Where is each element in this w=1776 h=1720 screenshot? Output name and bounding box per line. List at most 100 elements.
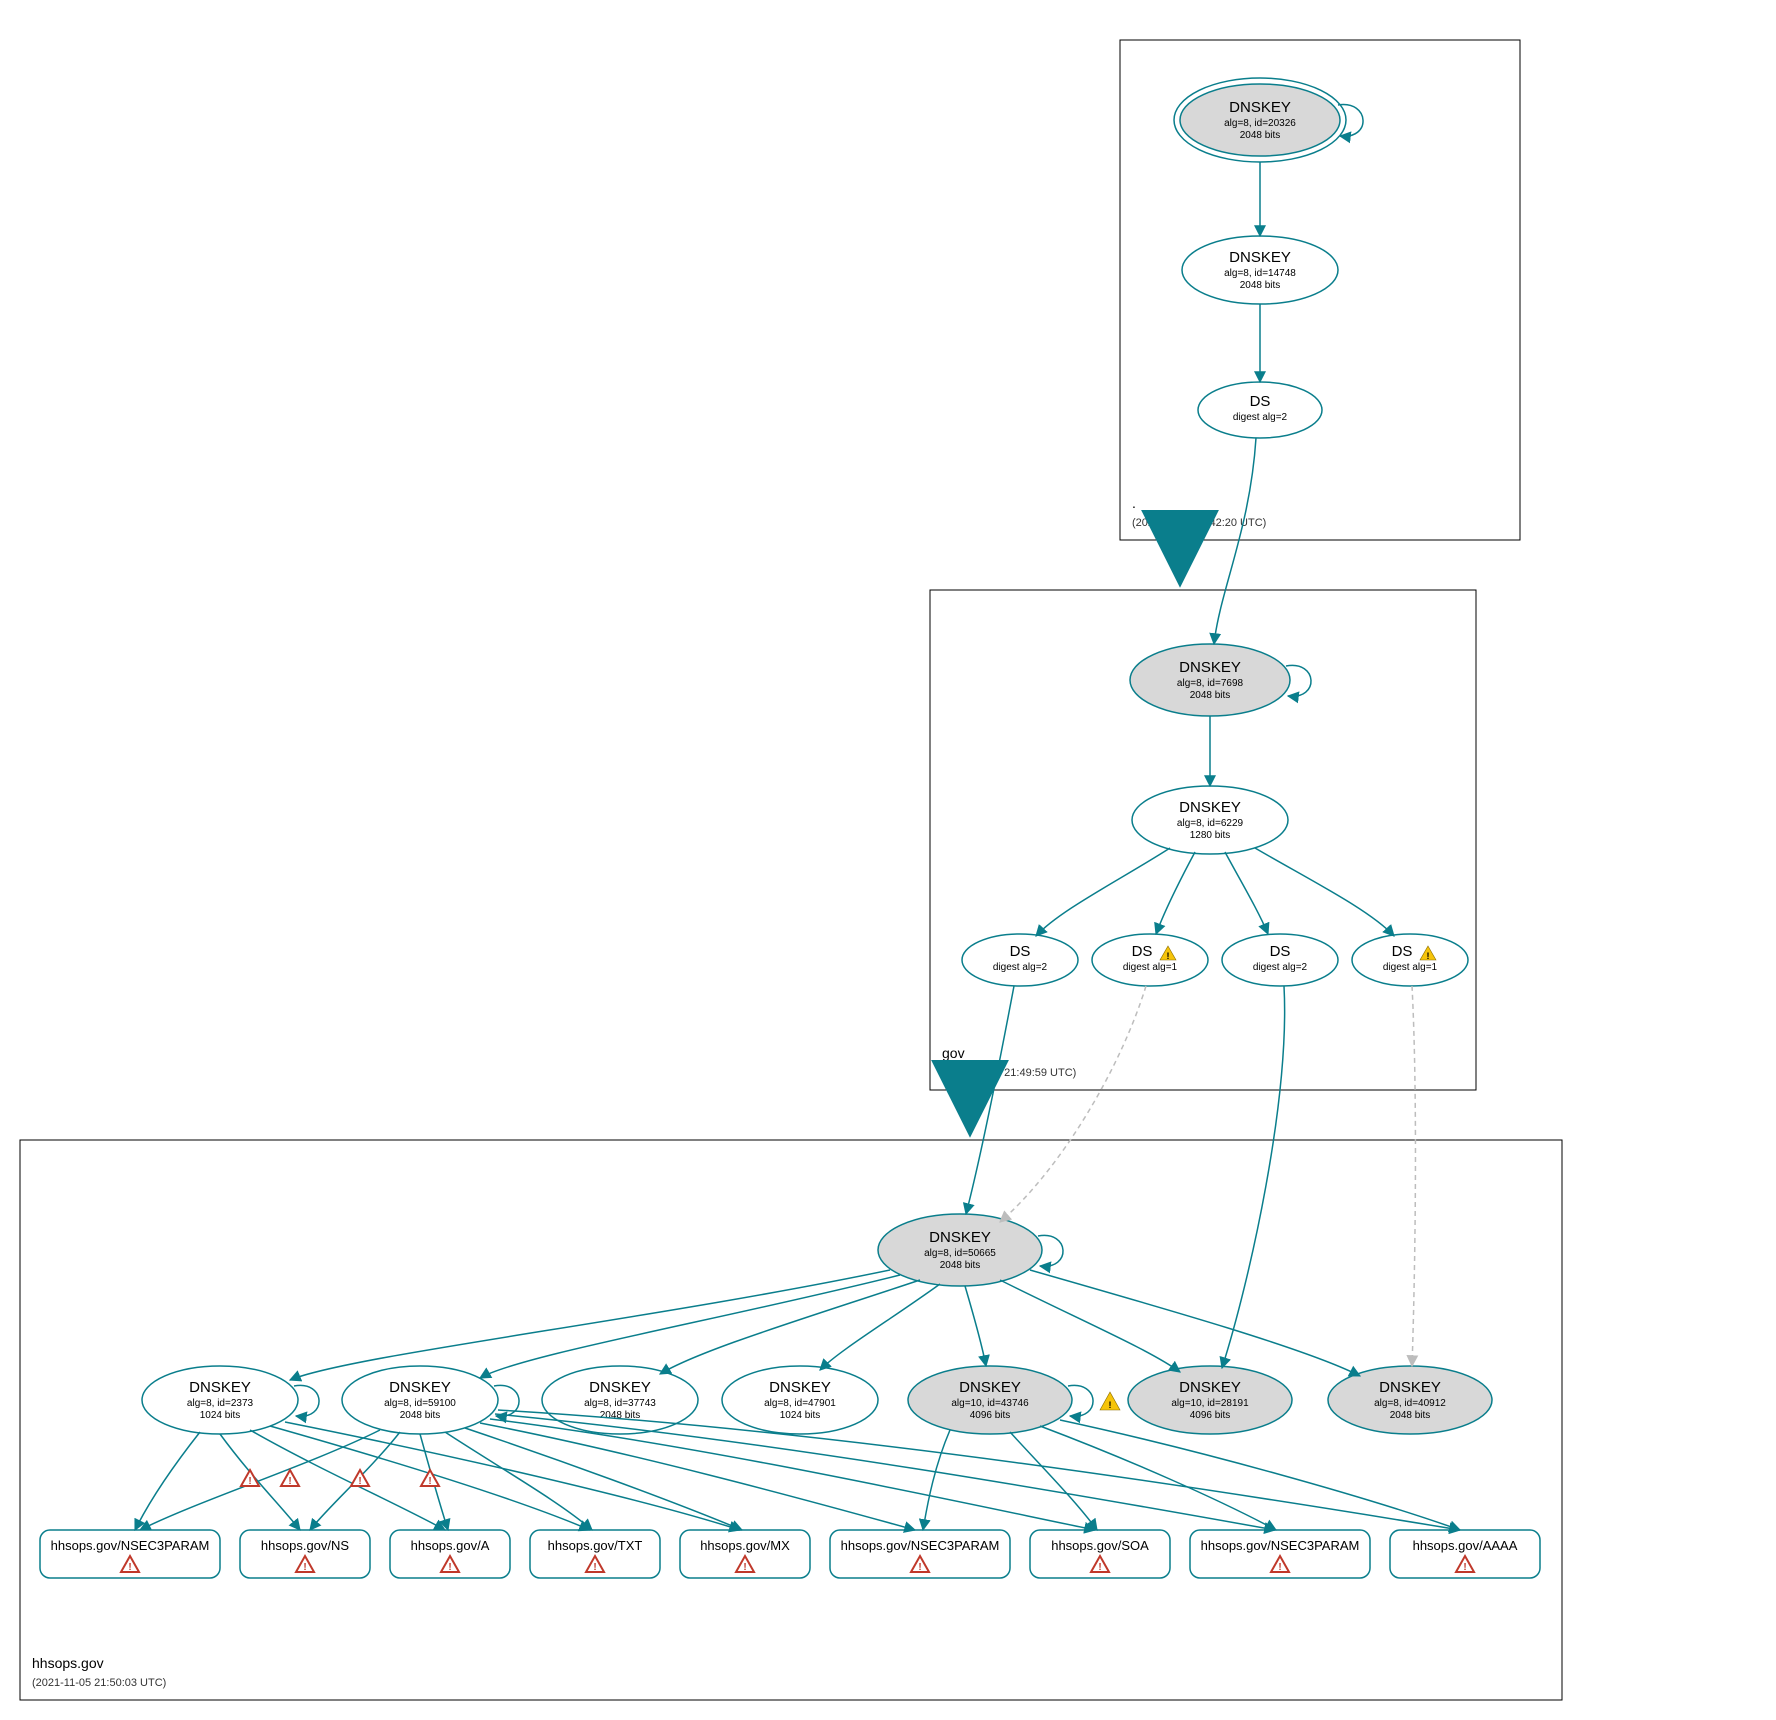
node-hhs-k6: DNSKEY alg=10, id=28191 4096 bits xyxy=(1128,1366,1292,1434)
node-hhs-ksk: DNSKEY alg=8, id=50665 2048 bits xyxy=(878,1214,1063,1286)
svg-text:alg=8, id=47901: alg=8, id=47901 xyxy=(764,1398,836,1409)
svg-text:alg=8, id=6229: alg=8, id=6229 xyxy=(1177,818,1244,829)
node-root-ds: DS digest alg=2 xyxy=(1198,382,1322,438)
svg-text:!: ! xyxy=(428,1476,431,1487)
svg-text:DNSKEY: DNSKEY xyxy=(769,1379,831,1396)
svg-text:2048 bits: 2048 bits xyxy=(400,1410,441,1421)
svg-text:DS: DS xyxy=(1270,943,1291,960)
node-gov-ds3: DS digest alg=2 xyxy=(1222,934,1338,986)
zone-gov-timestamp: (2021-11-05 21:49:59 UTC) xyxy=(942,1067,1076,1079)
svg-text:alg=8, id=37743: alg=8, id=37743 xyxy=(584,1398,656,1409)
rec-a: hhsops.gov/A! xyxy=(390,1530,510,1578)
node-gov-zsk: DNSKEY alg=8, id=6229 1280 bits xyxy=(1132,786,1288,854)
node-gov-ksk: DNSKEY alg=8, id=7698 2048 bits xyxy=(1130,644,1311,716)
node-root-ksk: DNSKEY alg=8, id=20326 2048 bits xyxy=(1174,78,1363,162)
rec-aaaa: hhsops.gov/AAAA! xyxy=(1390,1530,1540,1578)
svg-text:!: ! xyxy=(128,1562,131,1573)
svg-text:2048 bits: 2048 bits xyxy=(1390,1410,1431,1421)
svg-text:!: ! xyxy=(303,1562,306,1573)
warning-icon: ! xyxy=(1100,1392,1120,1410)
zone-root-name: . xyxy=(1132,495,1136,511)
svg-text:2048 bits: 2048 bits xyxy=(940,1260,981,1271)
svg-text:alg=8, id=7698: alg=8, id=7698 xyxy=(1177,678,1244,689)
svg-text:DNSKEY: DNSKEY xyxy=(189,1379,251,1396)
svg-text:DNSKEY: DNSKEY xyxy=(929,1229,991,1246)
edge-govzsk-ds2 xyxy=(1156,852,1195,934)
svg-text:hhsops.gov/NSEC3PARAM: hhsops.gov/NSEC3PARAM xyxy=(1201,1538,1360,1553)
svg-text:!: ! xyxy=(1109,1400,1112,1410)
svg-text:!: ! xyxy=(1167,951,1170,961)
zone-root-timestamp: (2021-11-05 20:42:20 UTC) xyxy=(1132,517,1266,529)
svg-text:!: ! xyxy=(358,1476,361,1487)
edge-ds3-hhsk6 xyxy=(1222,986,1285,1368)
svg-text:alg=8, id=20326: alg=8, id=20326 xyxy=(1224,118,1296,129)
edge-rootds-govksk xyxy=(1214,438,1256,644)
svg-text:1024 bits: 1024 bits xyxy=(780,1410,821,1421)
svg-text:digest alg=1: digest alg=1 xyxy=(1383,962,1438,973)
svg-text:hhsops.gov/TXT: hhsops.gov/TXT xyxy=(548,1538,643,1553)
svg-text:!: ! xyxy=(1278,1562,1281,1573)
svg-text:2048 bits: 2048 bits xyxy=(1190,690,1231,701)
zone-hhs-name: hhsops.gov xyxy=(32,1655,104,1671)
error-icon: ! xyxy=(351,1470,369,1487)
svg-text:!: ! xyxy=(288,1476,291,1487)
svg-text:alg=8, id=40912: alg=8, id=40912 xyxy=(1374,1398,1446,1409)
svg-text:DNSKEY: DNSKEY xyxy=(1229,99,1291,116)
svg-text:alg=8, id=50665: alg=8, id=50665 xyxy=(924,1248,996,1259)
svg-text:alg=8, id=2373: alg=8, id=2373 xyxy=(187,1398,254,1409)
svg-text:2048 bits: 2048 bits xyxy=(1240,130,1281,141)
svg-text:!: ! xyxy=(593,1562,596,1573)
svg-text:!: ! xyxy=(248,1476,251,1487)
svg-text:DNSKEY: DNSKEY xyxy=(389,1379,451,1396)
svg-text:digest alg=2: digest alg=2 xyxy=(1233,412,1288,423)
edge-ds2-hhsksk xyxy=(1000,986,1146,1222)
svg-text:4096 bits: 4096 bits xyxy=(970,1410,1011,1421)
svg-text:hhsops.gov/NS: hhsops.gov/NS xyxy=(261,1538,349,1553)
svg-text:!: ! xyxy=(918,1562,921,1573)
svg-text:hhsops.gov/SOA: hhsops.gov/SOA xyxy=(1051,1538,1149,1553)
svg-text:2048 bits: 2048 bits xyxy=(1240,280,1281,291)
rec-nsec3a: hhsops.gov/NSEC3PARAM! xyxy=(40,1530,220,1578)
rec-mx: hhsops.gov/MX! xyxy=(680,1530,810,1578)
dnssec-graph: . (2021-11-05 20:42:20 UTC) DNSKEY alg=8… xyxy=(0,0,1776,1720)
edge-govzsk-ds4 xyxy=(1255,848,1394,936)
error-icon: ! xyxy=(281,1470,299,1487)
svg-text:!: ! xyxy=(1463,1562,1466,1573)
svg-text:DNSKEY: DNSKEY xyxy=(959,1379,1021,1396)
svg-text:DNSKEY: DNSKEY xyxy=(1229,249,1291,266)
rec-nsec3b: hhsops.gov/NSEC3PARAM! xyxy=(830,1530,1010,1578)
svg-text:DNSKEY: DNSKEY xyxy=(1379,1379,1441,1396)
edge-ds1-hhsksk xyxy=(966,986,1014,1214)
svg-text:DNSKEY: DNSKEY xyxy=(1179,799,1241,816)
node-hhs-k5: DNSKEY alg=10, id=43746 4096 bits xyxy=(908,1366,1093,1434)
svg-text:DNSKEY: DNSKEY xyxy=(1179,1379,1241,1396)
svg-text:alg=10, id=43746: alg=10, id=43746 xyxy=(951,1398,1029,1409)
svg-text:digest alg=2: digest alg=2 xyxy=(1253,962,1308,973)
svg-text:hhsops.gov/A: hhsops.gov/A xyxy=(411,1538,490,1553)
svg-text:!: ! xyxy=(448,1562,451,1573)
rec-ns: hhsops.gov/NS! xyxy=(240,1530,370,1578)
svg-text:alg=8, id=59100: alg=8, id=59100 xyxy=(384,1398,456,1409)
node-gov-ds4: DS ! digest alg=1 xyxy=(1352,934,1468,986)
node-gov-ds2: DS ! digest alg=1 xyxy=(1092,934,1208,986)
svg-text:DNSKEY: DNSKEY xyxy=(589,1379,651,1396)
svg-text:hhsops.gov/MX: hhsops.gov/MX xyxy=(700,1538,790,1553)
self-loop xyxy=(1338,105,1363,137)
svg-text:digest alg=2: digest alg=2 xyxy=(993,962,1048,973)
node-hhs-k7: DNSKEY alg=8, id=40912 2048 bits xyxy=(1328,1366,1492,1434)
zone-gov-name: gov xyxy=(942,1045,965,1061)
svg-text:alg=10, id=28191: alg=10, id=28191 xyxy=(1171,1398,1249,1409)
node-hhs-k4: DNSKEY alg=8, id=47901 1024 bits xyxy=(722,1366,878,1434)
svg-text:digest alg=1: digest alg=1 xyxy=(1123,962,1178,973)
svg-text:hhsops.gov/NSEC3PARAM: hhsops.gov/NSEC3PARAM xyxy=(51,1538,210,1553)
rec-soa: hhsops.gov/SOA! xyxy=(1030,1530,1170,1578)
svg-text:DS: DS xyxy=(1132,943,1153,960)
edge-ds4-hhsk7 xyxy=(1412,986,1415,1366)
node-root-zsk: DNSKEY alg=8, id=14748 2048 bits xyxy=(1182,236,1338,304)
node-gov-ds1: DS digest alg=2 xyxy=(962,934,1078,986)
svg-text:hhsops.gov/NSEC3PARAM: hhsops.gov/NSEC3PARAM xyxy=(841,1538,1000,1553)
svg-text:DS: DS xyxy=(1010,943,1031,960)
edge-govzsk-ds3 xyxy=(1225,852,1268,934)
svg-text:DS: DS xyxy=(1392,943,1413,960)
svg-text:DS: DS xyxy=(1250,393,1271,410)
